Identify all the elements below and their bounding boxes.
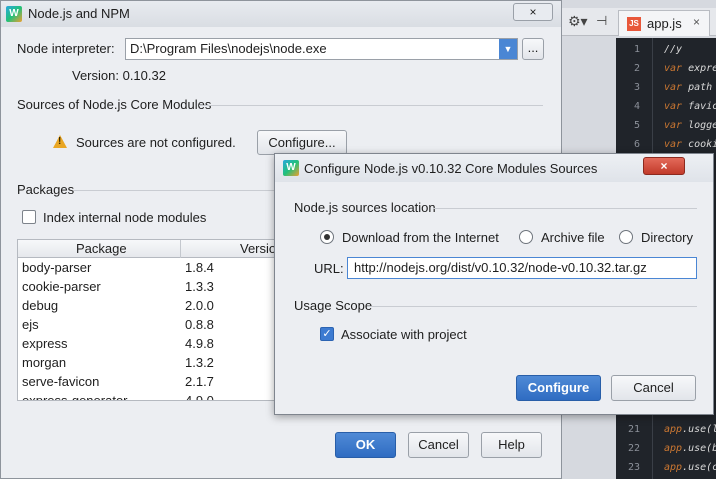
package-name: body-parser bbox=[22, 260, 92, 275]
packages-heading: Packages bbox=[17, 182, 75, 197]
package-version: 2.0.0 bbox=[185, 298, 214, 313]
package-name: debug bbox=[22, 298, 59, 313]
dialog-title: Node.js and NPM bbox=[28, 6, 130, 21]
line-number: 6 bbox=[633, 139, 640, 150]
chevron-down-icon[interactable]: ▼ bbox=[499, 39, 517, 59]
url-input[interactable]: http://nodejs.org/dist/v0.10.32/node-v0.… bbox=[347, 257, 697, 279]
configure-sources-button[interactable]: Configure... bbox=[257, 130, 347, 155]
cancel-button[interactable]: Cancel bbox=[611, 375, 696, 401]
interpreter-label: Node interpreter: bbox=[17, 41, 115, 56]
section-divider bbox=[73, 190, 277, 191]
code-line: app.use(b bbox=[664, 443, 716, 454]
code-line: var favic bbox=[664, 101, 716, 112]
tab-label: app.js bbox=[647, 16, 682, 31]
warning-mark: ! bbox=[58, 136, 62, 147]
line-number: 1 bbox=[633, 44, 640, 55]
webstorm-logo-icon: W bbox=[6, 6, 22, 22]
ok-button[interactable]: OK bbox=[335, 432, 396, 458]
radio-archive-file[interactable] bbox=[519, 230, 533, 244]
section-divider bbox=[199, 105, 543, 106]
line-number: 3 bbox=[633, 82, 640, 93]
dialog-title: Configure Node.js v0.10.32 Core Modules … bbox=[304, 161, 598, 176]
close-button[interactable]: × bbox=[513, 3, 553, 21]
table-row[interactable]: ejs 0.8.8 bbox=[18, 316, 286, 335]
package-name: cookie-parser bbox=[22, 279, 101, 294]
package-name: express-generator bbox=[22, 393, 128, 401]
version-text: Version: 0.10.32 bbox=[72, 68, 166, 83]
table-row[interactable]: debug 2.0.0 bbox=[18, 297, 286, 316]
help-button[interactable]: Help bbox=[481, 432, 542, 458]
close-icon[interactable]: × bbox=[693, 15, 700, 29]
webstorm-logo-icon: W bbox=[283, 160, 299, 176]
dialog-titlebar: W Node.js and NPM × bbox=[1, 1, 561, 27]
line-number: 2 bbox=[633, 63, 640, 74]
close-button[interactable]: × bbox=[643, 157, 685, 175]
line-number: 21 bbox=[627, 424, 640, 435]
package-version: 0.8.8 bbox=[185, 317, 214, 332]
usage-scope-heading: Usage Scope bbox=[294, 298, 373, 313]
code-line: var cooki bbox=[664, 139, 716, 150]
section-divider bbox=[433, 208, 697, 209]
table-row[interactable]: morgan 1.3.2 bbox=[18, 354, 286, 373]
index-modules-label: Index internal node modules bbox=[43, 210, 207, 225]
package-name: serve-favicon bbox=[22, 374, 100, 389]
warning-text: Sources are not configured. bbox=[76, 135, 236, 150]
line-number: 22 bbox=[627, 443, 640, 454]
url-label: URL: bbox=[314, 261, 344, 276]
associate-checkbox[interactable]: ✓ bbox=[320, 327, 334, 341]
configure-sources-dialog: W Configure Node.js v0.10.32 Core Module… bbox=[274, 153, 714, 415]
column-header-version[interactable]: Versio bbox=[240, 241, 276, 256]
package-name: morgan bbox=[22, 355, 67, 370]
radio-directory[interactable] bbox=[619, 230, 633, 244]
dialog-titlebar: W Configure Node.js v0.10.32 Core Module… bbox=[275, 154, 713, 182]
option-label: Archive file bbox=[541, 230, 605, 245]
code-line: //y bbox=[664, 44, 683, 55]
table-row[interactable]: body-parser 1.8.4 bbox=[18, 259, 286, 278]
interpreter-combobox[interactable]: D:\Program Files\nodejs\node.exe ▼ bbox=[125, 38, 518, 60]
option-label: Download from the Internet bbox=[342, 230, 499, 245]
split-icon[interactable]: ⊣ bbox=[596, 13, 607, 29]
column-header-package[interactable]: Package bbox=[76, 241, 127, 256]
package-name: express bbox=[22, 336, 68, 351]
packages-table[interactable]: Package Versio body-parser 1.8.4 cookie-p… bbox=[17, 239, 287, 401]
js-file-icon: JS bbox=[627, 17, 641, 31]
package-name: ejs bbox=[22, 317, 39, 332]
interpreter-value: D:\Program Files\nodejs\node.exe bbox=[130, 41, 327, 56]
index-modules-checkbox[interactable] bbox=[22, 210, 36, 224]
table-row[interactable]: express-generator 4.9.0 bbox=[18, 392, 286, 401]
sources-location-heading: Node.js sources location bbox=[294, 200, 436, 215]
line-number: 4 bbox=[633, 101, 640, 112]
package-version: 2.1.7 bbox=[185, 374, 214, 389]
section-divider bbox=[367, 306, 697, 307]
gear-icon[interactable]: ⚙▾ bbox=[568, 13, 588, 30]
line-number: 5 bbox=[633, 120, 640, 131]
tab-app-js[interactable]: JS app.js × bbox=[618, 10, 710, 36]
code-line: var logge bbox=[664, 120, 716, 131]
line-number: 23 bbox=[627, 462, 640, 473]
column-divider[interactable] bbox=[180, 240, 181, 258]
cancel-button[interactable]: Cancel bbox=[408, 432, 469, 458]
code-line: app.use(c bbox=[664, 462, 716, 473]
table-row[interactable]: cookie-parser 1.3.3 bbox=[18, 278, 286, 297]
table-row[interactable]: express 4.9.8 bbox=[18, 335, 286, 354]
package-version: 1.8.4 bbox=[185, 260, 214, 275]
package-version: 4.9.0 bbox=[185, 393, 214, 401]
package-version: 1.3.2 bbox=[185, 355, 214, 370]
code-line: var path bbox=[664, 82, 713, 93]
table-header: Package Versio bbox=[18, 240, 286, 258]
code-line: var expre bbox=[664, 63, 716, 74]
associate-label: Associate with project bbox=[341, 327, 467, 342]
code-line: app.use(l bbox=[664, 424, 716, 435]
configure-button[interactable]: Configure bbox=[516, 375, 601, 401]
browse-button[interactable]: ... bbox=[522, 38, 544, 60]
table-row[interactable]: serve-favicon 2.1.7 bbox=[18, 373, 286, 392]
package-version: 1.3.3 bbox=[185, 279, 214, 294]
radio-download-internet[interactable] bbox=[320, 230, 334, 244]
package-version: 4.9.8 bbox=[185, 336, 214, 351]
option-label: Directory bbox=[641, 230, 694, 245]
core-modules-heading: Sources of Node.js Core Modules bbox=[17, 97, 212, 112]
